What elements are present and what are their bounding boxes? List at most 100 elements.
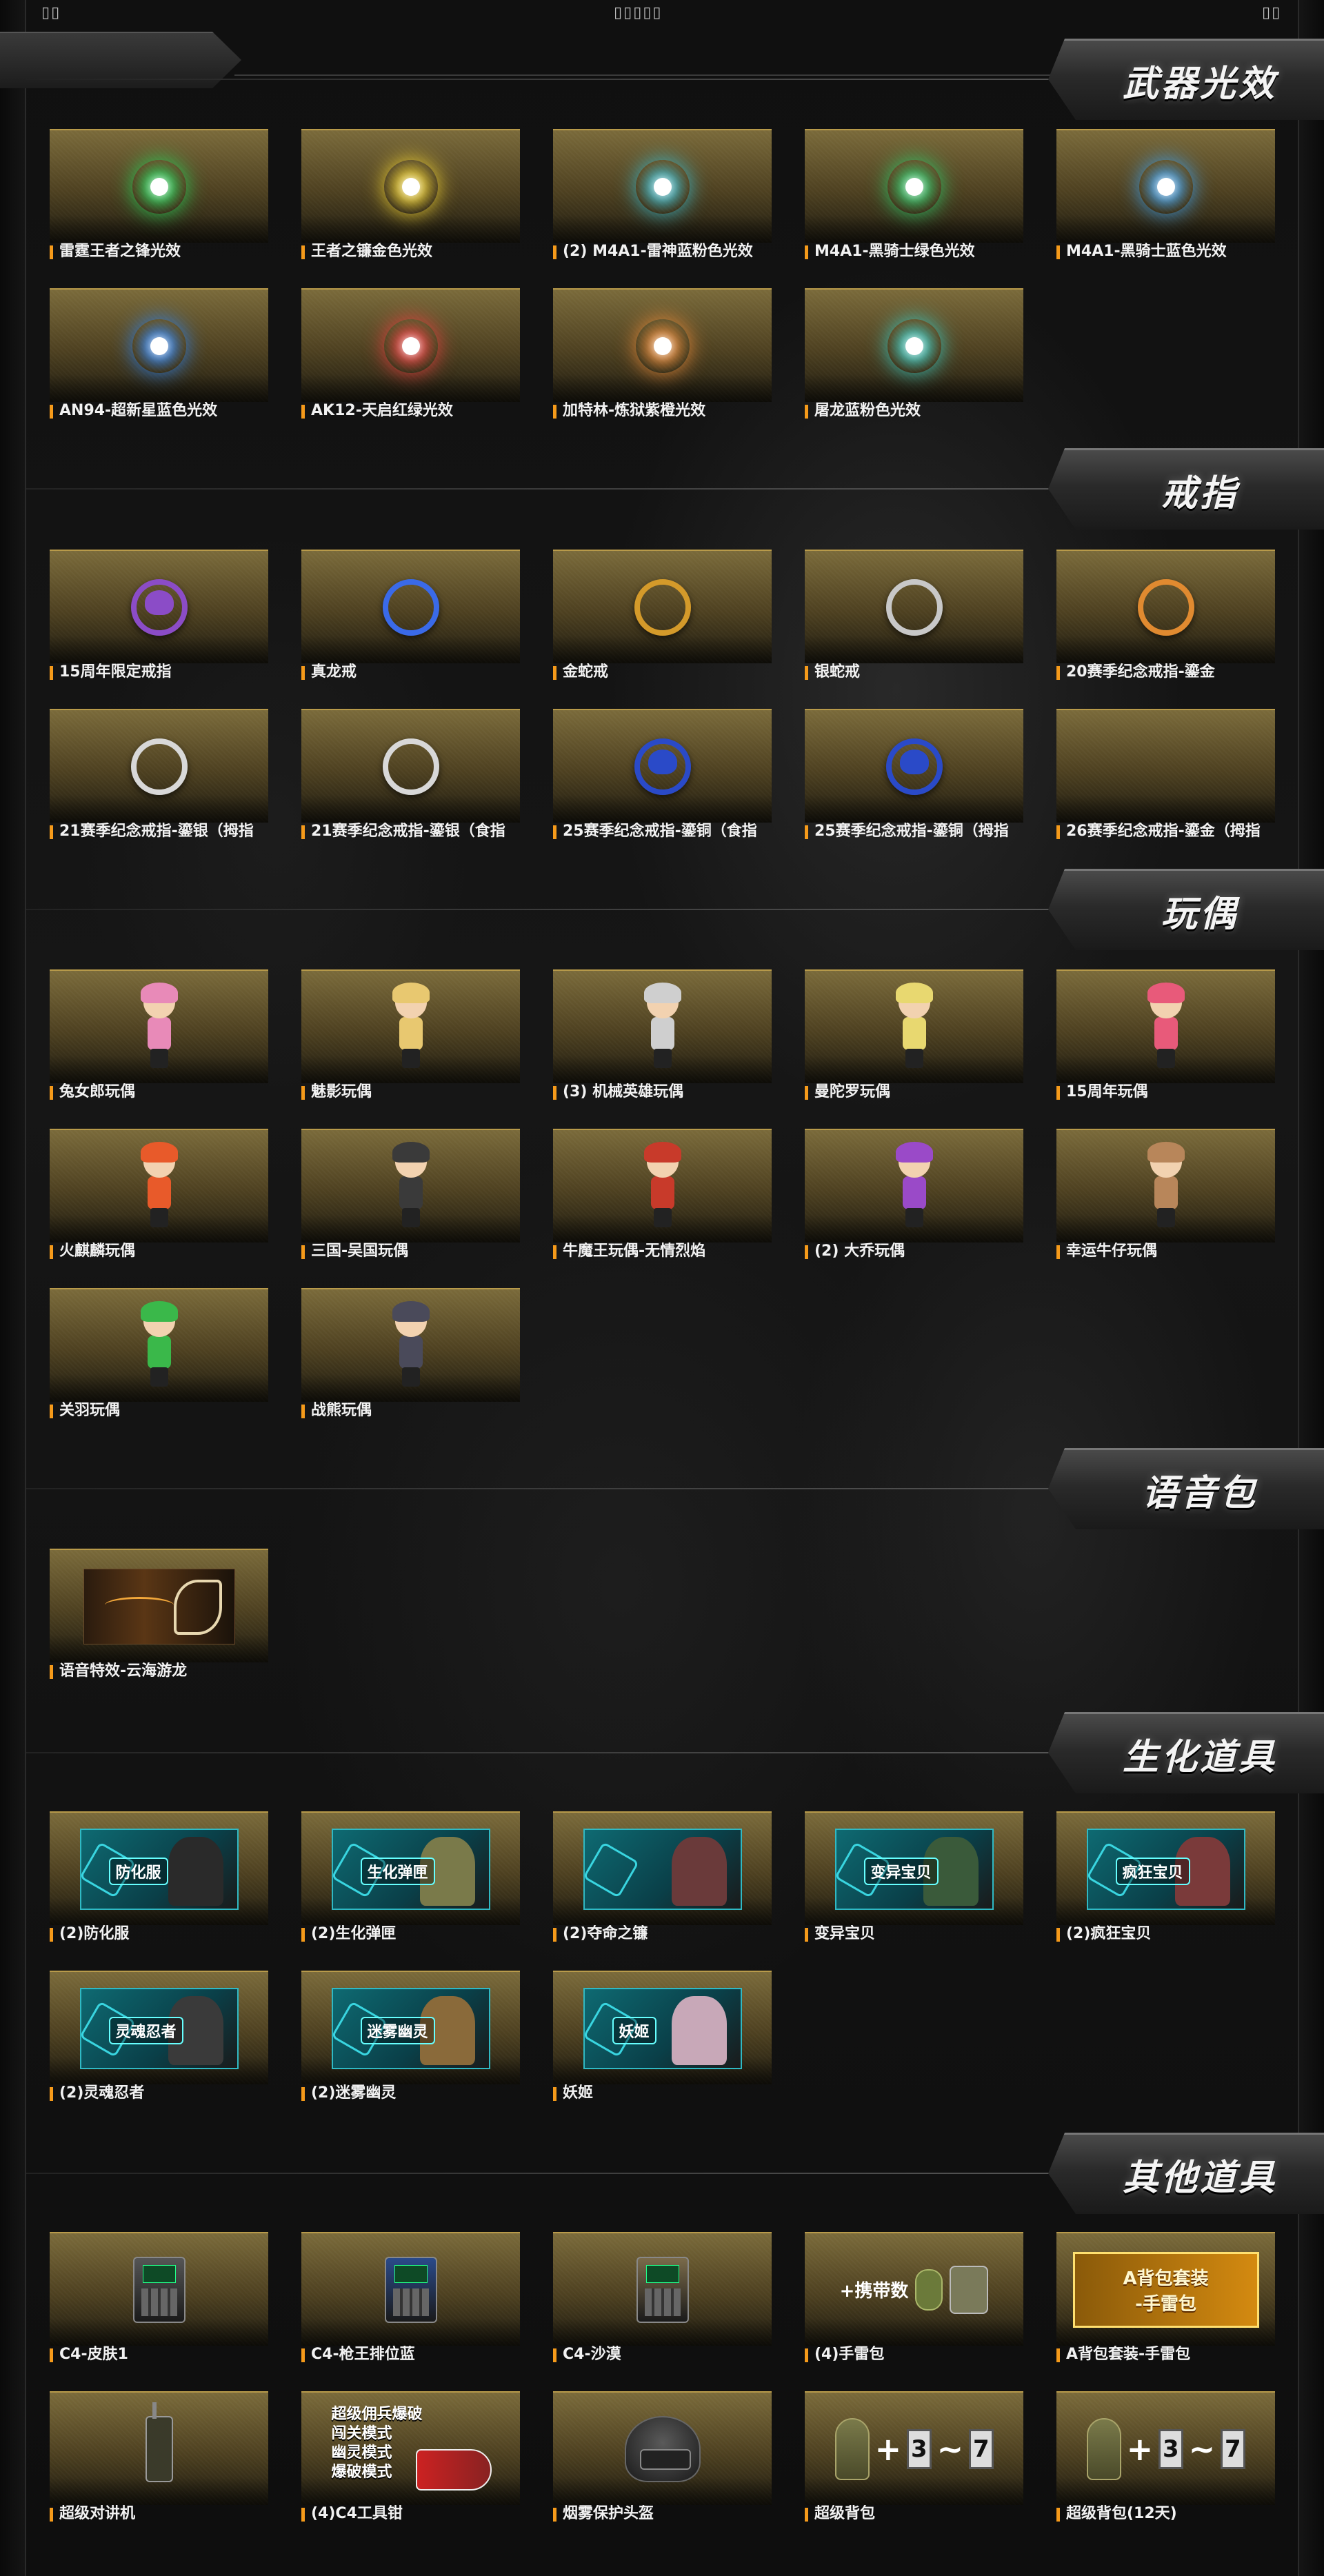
item-thumbnail[interactable]	[50, 2232, 268, 2346]
item-thumbnail[interactable]	[553, 709, 772, 823]
item-card[interactable]: 王者之镰金色光效	[301, 129, 520, 261]
item-thumbnail[interactable]	[1056, 1129, 1275, 1242]
item-card[interactable]: C4-皮肤1	[50, 2232, 268, 2364]
item-card[interactable]: 关羽玩偶	[50, 1288, 268, 1420]
item-card[interactable]: 21赛季纪念戒指-鎏银（食指	[301, 709, 520, 841]
item-card[interactable]: 战熊玩偶	[301, 1288, 520, 1420]
item-card[interactable]: 21赛季纪念戒指-鎏银（拇指	[50, 709, 268, 841]
item-thumbnail[interactable]: 防化服	[50, 1811, 268, 1925]
item-card[interactable]: 语音特效-云海游龙	[50, 1549, 268, 1680]
item-card[interactable]: 26赛季纪念戒指-鎏金（拇指	[1056, 709, 1275, 841]
item-card[interactable]: 加特林-炼狱紫橙光效	[553, 288, 772, 420]
item-thumbnail[interactable]	[50, 709, 268, 823]
item-thumbnail[interactable]: A背包套装 -手雷包	[1056, 2232, 1275, 2346]
item-card[interactable]: 25赛季纪念戒指-鎏铜（拇指	[805, 709, 1023, 841]
item-card[interactable]: 迷雾幽灵 (2)迷雾幽灵	[301, 1971, 520, 2102]
item-thumbnail[interactable]	[301, 550, 520, 663]
item-card[interactable]: 真龙戒	[301, 550, 520, 681]
item-thumbnail[interactable]	[805, 709, 1023, 823]
item-thumbnail[interactable]	[50, 1288, 268, 1402]
item-card[interactable]: 20赛季纪念戒指-鎏金	[1056, 550, 1275, 681]
item-card[interactable]: 超级对讲机	[50, 2391, 268, 2523]
item-card[interactable]: (3) 机械英雄玩偶	[553, 969, 772, 1101]
item-thumbnail[interactable]	[553, 288, 772, 402]
item-card[interactable]: 火麒麟玩偶	[50, 1129, 268, 1260]
item-card[interactable]: A背包套装 -手雷包 A背包套装-手雷包	[1056, 2232, 1275, 2364]
item-card[interactable]: 烟雾保护头盔	[553, 2391, 772, 2523]
item-thumbnail[interactable]	[553, 2232, 772, 2346]
item-card[interactable]: +3 ~7 超级背包	[805, 2391, 1023, 2523]
item-thumbnail[interactable]: +携带数	[805, 2232, 1023, 2346]
item-thumbnail[interactable]	[301, 1129, 520, 1242]
item-thumbnail[interactable]: 生化弹匣	[301, 1811, 520, 1925]
item-thumbnail[interactable]	[301, 129, 520, 243]
item-card[interactable]: 魅影玩偶	[301, 969, 520, 1101]
item-card[interactable]: 幸运牛仔玩偶	[1056, 1129, 1275, 1260]
item-card[interactable]: (2) 大乔玩偶	[805, 1129, 1023, 1260]
item-thumbnail[interactable]	[1056, 969, 1275, 1083]
item-card[interactable]: +携带数 (4)手雷包	[805, 2232, 1023, 2364]
item-thumbnail[interactable]	[553, 550, 772, 663]
item-card[interactable]: 15周年限定戒指	[50, 550, 268, 681]
item-card[interactable]: C4-沙漠	[553, 2232, 772, 2364]
item-thumbnail[interactable]	[1056, 129, 1275, 243]
item-thumbnail[interactable]	[50, 1129, 268, 1242]
item-card[interactable]: 曼陀罗玩偶	[805, 969, 1023, 1101]
item-thumbnail[interactable]	[50, 550, 268, 663]
item-thumbnail[interactable]	[301, 709, 520, 823]
item-card[interactable]: AK12-天启红绿光效	[301, 288, 520, 420]
item-card[interactable]: C4-枪王排位蓝	[301, 2232, 520, 2364]
item-thumbnail[interactable]: 变异宝贝	[805, 1811, 1023, 1925]
item-card[interactable]: M4A1-黑骑士蓝色光效	[1056, 129, 1275, 261]
item-thumbnail[interactable]	[50, 129, 268, 243]
item-card[interactable]: 超级佣兵爆破 闯关模式 幽灵模式 爆破模式 (4)C4工具钳	[301, 2391, 520, 2523]
item-card[interactable]: AN94-超新星蓝色光效	[50, 288, 268, 420]
item-thumbnail[interactable]	[805, 1129, 1023, 1242]
item-thumbnail[interactable]	[805, 129, 1023, 243]
item-thumbnail[interactable]: 迷雾幽灵	[301, 1971, 520, 2084]
item-card[interactable]: 银蛇戒	[805, 550, 1023, 681]
item-card[interactable]: 防化服 (2)防化服	[50, 1811, 268, 1943]
item-card[interactable]: (2) M4A1-雷神蓝粉色光效	[553, 129, 772, 261]
item-thumbnail[interactable]	[301, 969, 520, 1083]
item-thumbnail[interactable]: 疯狂宝贝	[1056, 1811, 1275, 1925]
item-thumbnail[interactable]: 妖姬	[553, 1971, 772, 2084]
item-thumbnail[interactable]	[301, 2232, 520, 2346]
item-thumbnail[interactable]	[553, 1811, 772, 1925]
item-card[interactable]: 灵魂忍者 (2)灵魂忍者	[50, 1971, 268, 2102]
item-card[interactable]: 兔女郎玩偶	[50, 969, 268, 1101]
item-card[interactable]: 25赛季纪念戒指-鎏铜（食指	[553, 709, 772, 841]
item-card[interactable]: 变异宝贝 变异宝贝	[805, 1811, 1023, 1943]
item-card[interactable]: +3 ~7 超级背包(12天)	[1056, 2391, 1275, 2523]
item-thumbnail[interactable]	[301, 1288, 520, 1402]
item-card[interactable]: 妖姬 妖姬	[553, 1971, 772, 2102]
item-card[interactable]: 三国-吴国玩偶	[301, 1129, 520, 1260]
item-thumbnail[interactable]	[553, 129, 772, 243]
item-card[interactable]: 金蛇戒	[553, 550, 772, 681]
item-card[interactable]: 屠龙蓝粉色光效	[805, 288, 1023, 420]
item-thumbnail[interactable]	[1056, 709, 1275, 823]
item-thumbnail[interactable]	[1056, 550, 1275, 663]
item-thumbnail[interactable]	[805, 969, 1023, 1083]
item-card[interactable]: 生化弹匣 (2)生化弹匣	[301, 1811, 520, 1943]
item-thumbnail[interactable]	[805, 288, 1023, 402]
item-thumbnail[interactable]	[553, 2391, 772, 2505]
item-thumbnail[interactable]	[805, 550, 1023, 663]
item-thumbnail[interactable]: 灵魂忍者	[50, 1971, 268, 2084]
item-thumbnail[interactable]	[50, 969, 268, 1083]
item-thumbnail[interactable]: +3 ~7	[1056, 2391, 1275, 2505]
item-thumbnail[interactable]	[301, 288, 520, 402]
item-thumbnail[interactable]	[50, 288, 268, 402]
item-card[interactable]: 牛魔王玩偶-无情烈焰	[553, 1129, 772, 1260]
item-card[interactable]: (2)夺命之镰	[553, 1811, 772, 1943]
item-thumbnail[interactable]: +3 ~7	[805, 2391, 1023, 2505]
item-card[interactable]: 雷霆王者之锋光效	[50, 129, 268, 261]
item-thumbnail[interactable]	[553, 969, 772, 1083]
item-thumbnail[interactable]	[50, 2391, 268, 2505]
item-thumbnail[interactable]	[553, 1129, 772, 1242]
item-thumbnail[interactable]	[50, 1549, 268, 1662]
item-card[interactable]: M4A1-黑骑士绿色光效	[805, 129, 1023, 261]
item-card[interactable]: 疯狂宝贝 (2)疯狂宝贝	[1056, 1811, 1275, 1943]
item-card[interactable]: 15周年玩偶	[1056, 969, 1275, 1101]
item-thumbnail[interactable]: 超级佣兵爆破 闯关模式 幽灵模式 爆破模式	[301, 2391, 520, 2505]
